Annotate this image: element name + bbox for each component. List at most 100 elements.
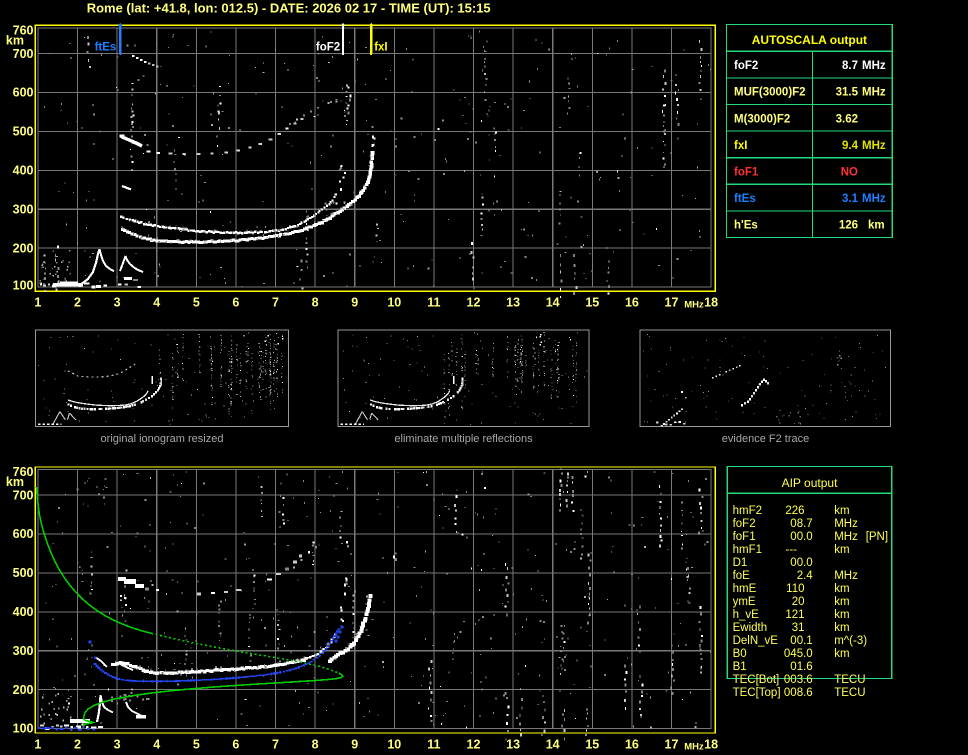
svg-text:13: 13 (506, 738, 520, 752)
svg-text:600: 600 (13, 86, 34, 100)
svg-text:15: 15 (585, 738, 599, 752)
svg-text:km: km (834, 505, 849, 517)
svg-text:2: 2 (74, 296, 81, 310)
svg-text:1: 1 (34, 296, 41, 310)
svg-text:08.7: 08.7 (790, 518, 812, 530)
svg-text:600: 600 (13, 527, 34, 541)
svg-text:18: 18 (704, 296, 718, 310)
svg-text:4: 4 (153, 738, 160, 752)
svg-text:6: 6 (232, 738, 239, 752)
svg-text:16: 16 (625, 738, 639, 752)
svg-text:hmE: hmE (733, 583, 757, 595)
svg-text:110: 110 (786, 583, 804, 595)
svg-text:TECU: TECU (834, 674, 865, 686)
svg-text:km: km (834, 596, 849, 608)
svg-text:200: 200 (13, 683, 34, 697)
svg-text:01.6: 01.6 (790, 661, 812, 673)
svg-text:5: 5 (193, 738, 200, 752)
svg-text:foF2: foF2 (316, 42, 340, 54)
svg-text:16: 16 (625, 296, 639, 310)
svg-text:km: km (834, 648, 849, 660)
svg-text:MHz: MHz (684, 742, 704, 753)
svg-text:eliminate multiple reflections: eliminate multiple reflections (394, 433, 533, 445)
svg-text:400: 400 (13, 605, 34, 619)
svg-text:500: 500 (13, 125, 34, 139)
svg-text:11: 11 (427, 738, 440, 752)
svg-text:3.1: 3.1 (842, 193, 859, 205)
svg-text:[PN]: [PN] (866, 531, 888, 543)
svg-text:foF2: foF2 (734, 60, 758, 72)
svg-text:hmF2: hmF2 (733, 505, 762, 517)
svg-text:17: 17 (665, 296, 679, 310)
svg-text:7: 7 (272, 738, 279, 752)
svg-text:DelN_vE: DelN_vE (733, 635, 779, 647)
svg-text:MUF(3000)F2: MUF(3000)F2 (734, 87, 806, 99)
svg-text:MHz: MHz (862, 60, 886, 72)
svg-text:100: 100 (13, 722, 34, 736)
svg-text:hmF1: hmF1 (733, 544, 762, 556)
svg-text:045.0: 045.0 (784, 648, 813, 660)
svg-text:ftEs: ftEs (95, 42, 117, 54)
svg-text:m^(-3): m^(-3) (834, 635, 867, 647)
svg-text:20: 20 (792, 596, 805, 608)
svg-text:B1: B1 (733, 661, 747, 673)
svg-text:00.1: 00.1 (790, 635, 812, 647)
svg-text:12: 12 (467, 738, 481, 752)
svg-text:121: 121 (785, 609, 804, 621)
svg-text:300: 300 (13, 202, 34, 216)
svg-text:5: 5 (193, 296, 200, 310)
svg-text:14: 14 (546, 296, 560, 310)
svg-text:km: km (834, 544, 849, 556)
svg-text:400: 400 (13, 164, 34, 178)
svg-text:14: 14 (546, 738, 560, 752)
svg-text:3.62: 3.62 (836, 113, 858, 125)
svg-text:km: km (834, 609, 849, 621)
svg-text:10: 10 (387, 296, 401, 310)
svg-text:200: 200 (13, 241, 34, 255)
svg-text:TEC[Top]: TEC[Top] (733, 687, 781, 699)
svg-text:008.6: 008.6 (784, 687, 813, 699)
svg-text:15: 15 (585, 296, 599, 310)
svg-text:MHz: MHz (862, 193, 886, 205)
svg-text:MHz: MHz (862, 87, 886, 99)
svg-text:12: 12 (467, 296, 481, 310)
svg-text:17: 17 (665, 738, 679, 752)
svg-text:003.6: 003.6 (784, 674, 813, 686)
svg-text:MHz: MHz (834, 518, 858, 530)
svg-text:31.5: 31.5 (836, 87, 859, 99)
svg-text:fxI: fxI (374, 42, 387, 54)
svg-text:00.0: 00.0 (790, 531, 812, 543)
svg-text:126: 126 (839, 220, 858, 232)
svg-text:foF2: foF2 (733, 518, 756, 530)
svg-text:h'Es: h'Es (734, 220, 758, 232)
svg-text:B0: B0 (733, 648, 747, 660)
svg-text:Rome (lat: +41.8, lon: 012.5): Rome (lat: +41.8, lon: 012.5) - DATE: 20… (87, 0, 491, 15)
svg-text:TEC[Bot]: TEC[Bot] (733, 674, 780, 686)
svg-text:9.4: 9.4 (842, 140, 859, 152)
svg-text:00.0: 00.0 (790, 557, 812, 569)
svg-text:9: 9 (351, 296, 358, 310)
svg-text:MHz: MHz (684, 300, 704, 311)
svg-text:500: 500 (13, 566, 34, 580)
svg-text:8.7: 8.7 (842, 60, 858, 72)
svg-text:AUTOSCALA output: AUTOSCALA output (752, 33, 867, 47)
svg-text:foF1: foF1 (734, 167, 759, 179)
svg-text:3: 3 (114, 296, 121, 310)
svg-text:MHz: MHz (834, 531, 858, 543)
svg-text:original ionogram resized: original ionogram resized (101, 433, 224, 445)
svg-text:4: 4 (153, 296, 160, 310)
svg-text:226: 226 (785, 505, 804, 517)
svg-text:9: 9 (351, 738, 358, 752)
svg-text:13: 13 (506, 296, 520, 310)
svg-text:31: 31 (792, 622, 805, 634)
svg-text:TECU: TECU (834, 687, 865, 699)
svg-text:km: km (834, 622, 849, 634)
svg-text:6: 6 (232, 296, 239, 310)
svg-text:D1: D1 (733, 557, 748, 569)
svg-text:km: km (6, 33, 24, 47)
svg-text:7: 7 (272, 296, 279, 310)
svg-text:1: 1 (34, 738, 41, 752)
svg-text:10: 10 (387, 738, 401, 752)
svg-text:3: 3 (114, 738, 121, 752)
svg-text:MHz: MHz (862, 140, 886, 152)
